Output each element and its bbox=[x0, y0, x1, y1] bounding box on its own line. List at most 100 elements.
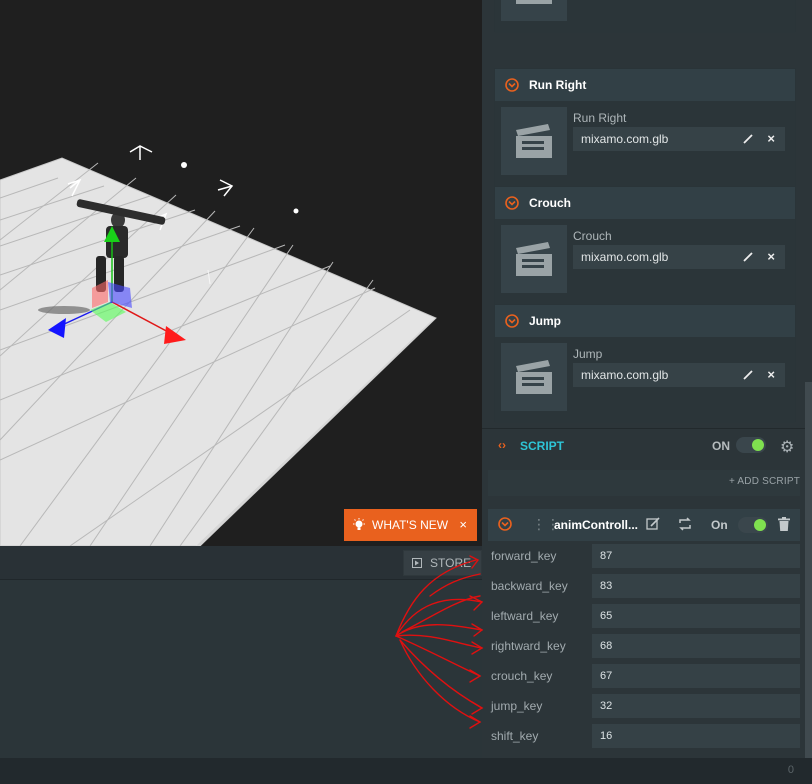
trash-icon[interactable] bbox=[778, 517, 790, 531]
animation-card-body: Run Leftmixamo.com.glb× bbox=[495, 0, 795, 33]
ground-plane bbox=[0, 157, 437, 546]
pencil-icon[interactable] bbox=[743, 252, 753, 262]
script-state-label: ON bbox=[712, 439, 730, 453]
asset-name: mixamo.com.glb bbox=[581, 132, 669, 146]
assets-panel bbox=[0, 580, 482, 758]
animation-asset-field[interactable]: mixamo.com.glb × bbox=[573, 245, 785, 269]
script-component-header: ‹› SCRIPT ON ⚙ bbox=[482, 428, 812, 460]
pencil-icon[interactable] bbox=[743, 134, 753, 144]
attribute-value: 67 bbox=[600, 670, 613, 682]
clapperboard-icon bbox=[516, 360, 552, 394]
status-count: 0 bbox=[787, 764, 794, 776]
animation-thumbnail bbox=[501, 0, 567, 21]
lightbulb-icon bbox=[353, 518, 365, 530]
close-icon[interactable]: × bbox=[459, 517, 467, 532]
asset-name: mixamo.com.glb bbox=[581, 368, 669, 382]
animation-name: Crouch bbox=[573, 229, 612, 243]
reload-icon[interactable] bbox=[678, 517, 692, 531]
attribute-value: 32 bbox=[600, 700, 613, 712]
add-script-bar: + ADD SCRIPT bbox=[488, 470, 800, 496]
animation-card-body: Jump mixamo.com.glb × bbox=[495, 337, 795, 423]
script-enable-toggle[interactable] bbox=[736, 437, 766, 453]
edit-icon[interactable] bbox=[646, 517, 660, 531]
animation-card-body: Crouch mixamo.com.glb × bbox=[495, 219, 795, 305]
attribute-value-input[interactable]: 67 bbox=[592, 664, 800, 688]
animation-title: Crouch bbox=[529, 196, 571, 210]
animation-card-header[interactable]: Crouch bbox=[495, 187, 795, 219]
animation-card-body: Run Right mixamo.com.glb × bbox=[495, 101, 795, 187]
scene-render[interactable] bbox=[0, 0, 482, 546]
attribute-label: forward_key bbox=[491, 549, 557, 563]
attribute-row: jump_key 32 bbox=[482, 691, 812, 721]
attribute-row: backward_key 83 bbox=[482, 571, 812, 601]
attribute-value: 16 bbox=[600, 730, 613, 742]
add-script-button[interactable]: + ADD SCRIPT bbox=[729, 476, 800, 487]
attribute-value-input[interactable]: 68 bbox=[592, 634, 800, 658]
animation-thumbnail bbox=[501, 225, 567, 293]
store-button[interactable]: STORE bbox=[403, 550, 482, 576]
store-icon bbox=[412, 558, 422, 568]
attribute-label: backward_key bbox=[491, 579, 568, 593]
attribute-value-input[interactable]: 16 bbox=[592, 724, 800, 748]
attribute-row: crouch_key 67 bbox=[482, 661, 812, 691]
animation-name: Jump bbox=[573, 347, 603, 361]
animation-card: Run LeftRun Leftmixamo.com.glb× bbox=[494, 0, 796, 33]
toggle-knob bbox=[752, 439, 764, 451]
close-icon[interactable]: × bbox=[767, 131, 775, 146]
whats-new-label: WHAT'S NEW bbox=[372, 518, 449, 532]
status-bar: 0 bbox=[0, 758, 812, 784]
attribute-value-input[interactable]: 32 bbox=[592, 694, 800, 718]
attribute-value-input[interactable]: 87 bbox=[592, 544, 800, 568]
chevron-down-icon[interactable] bbox=[498, 517, 512, 531]
clapperboard-icon bbox=[516, 242, 552, 276]
chevron-down-icon[interactable] bbox=[505, 314, 519, 328]
scrollbar-thumb[interactable] bbox=[805, 382, 812, 758]
animation-title: Jump bbox=[529, 314, 562, 328]
attribute-row: forward_key 87 bbox=[482, 541, 812, 571]
animation-card-header[interactable]: Run Right bbox=[495, 69, 795, 101]
scene-viewport[interactable] bbox=[0, 0, 482, 546]
inspector-panel: Run LeftRun Leftmixamo.com.glb× Run Right… bbox=[482, 0, 812, 758]
animation-card: Jump Jump mixamo.com.glb × bbox=[494, 304, 796, 423]
clapperboard-icon bbox=[516, 0, 552, 4]
attribute-value: 68 bbox=[600, 640, 613, 652]
pencil-icon[interactable] bbox=[743, 370, 753, 380]
animation-card: Run Right Run Right mixamo.com.glb × bbox=[494, 68, 796, 187]
attribute-value: 83 bbox=[600, 580, 613, 592]
gear-icon[interactable]: ⚙ bbox=[780, 437, 794, 457]
chevron-down-icon[interactable] bbox=[505, 196, 519, 210]
script-name: animControll... bbox=[554, 518, 638, 532]
whats-new-button[interactable]: WHAT'S NEW × bbox=[344, 509, 477, 541]
animation-asset-field[interactable]: mixamo.com.glb × bbox=[573, 127, 785, 151]
attribute-label: crouch_key bbox=[491, 669, 553, 683]
script-instance-state: On bbox=[711, 518, 728, 532]
close-icon[interactable]: × bbox=[767, 367, 775, 382]
animation-name: Run Right bbox=[573, 111, 627, 125]
store-label: STORE bbox=[430, 556, 472, 570]
attribute-label: leftward_key bbox=[491, 609, 559, 623]
attribute-value-input[interactable]: 83 bbox=[592, 574, 800, 598]
attribute-row: leftward_key 65 bbox=[482, 601, 812, 631]
attribute-label: shift_key bbox=[491, 729, 539, 743]
script-instance-toggle[interactable] bbox=[738, 517, 768, 533]
attribute-row: shift_key 16 bbox=[482, 721, 812, 751]
attribute-label: rightward_key bbox=[491, 639, 566, 653]
animation-card: Crouch Crouch mixamo.com.glb × bbox=[494, 186, 796, 305]
animation-title: Run Right bbox=[529, 78, 587, 92]
close-icon[interactable]: × bbox=[767, 249, 775, 264]
animation-thumbnail bbox=[501, 107, 567, 175]
animation-thumbnail bbox=[501, 343, 567, 411]
attribute-value: 65 bbox=[600, 610, 613, 622]
attribute-value: 87 bbox=[600, 550, 613, 562]
code-icon: ‹› bbox=[498, 438, 506, 452]
script-title: SCRIPT bbox=[520, 439, 565, 453]
toggle-knob bbox=[754, 519, 766, 531]
animation-asset-field[interactable]: mixamo.com.glb × bbox=[573, 363, 785, 387]
attribute-row: rightward_key 68 bbox=[482, 631, 812, 661]
clapperboard-icon bbox=[516, 124, 552, 158]
animation-card-header[interactable]: Jump bbox=[495, 305, 795, 337]
attribute-value-input[interactable]: 65 bbox=[592, 604, 800, 628]
attribute-label: jump_key bbox=[491, 699, 543, 713]
chevron-down-icon[interactable] bbox=[505, 78, 519, 92]
script-instance-header: ⋮⋮ animControll... On bbox=[488, 509, 800, 541]
